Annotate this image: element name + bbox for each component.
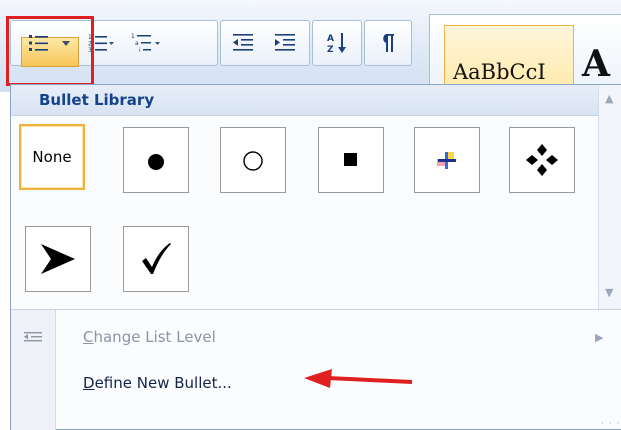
checkmark-bullet-icon <box>142 243 171 274</box>
indent-buttons-group <box>220 20 310 66</box>
sort-button-group: A Z <box>312 20 362 66</box>
svg-text:A: A <box>327 34 334 44</box>
bullet-option-hollow-circle[interactable] <box>220 127 286 193</box>
bullet-library-header: Bullet Library <box>11 85 607 116</box>
change-list-level-item[interactable]: Change List Level ▶ <box>11 319 621 355</box>
change-list-level-label: Change List Level <box>83 328 216 346</box>
bullet-option-filled-square[interactable] <box>318 127 384 193</box>
colored-cross-bullet-icon <box>437 152 456 169</box>
decrease-indent-button[interactable] <box>223 21 263 65</box>
scroll-down-icon[interactable]: ▼ <box>605 287 613 298</box>
hollow-circle-bullet-icon <box>243 151 263 171</box>
multilevel-list-icon: 1 a i <box>131 33 160 54</box>
filled-circle-bullet-icon <box>148 154 164 170</box>
sort-az-icon: A Z <box>327 33 346 55</box>
bullet-option-four-diamond[interactable] <box>509 127 575 193</box>
svg-text:Z: Z <box>327 45 334 55</box>
list-level-icon <box>24 332 42 342</box>
four-diamond-bullet-icon <box>526 144 558 176</box>
bullet-option-checkmark[interactable] <box>123 226 189 292</box>
bullet-option-arrowhead[interactable] <box>25 226 91 292</box>
define-new-bullet-label: Define New Bullet... <box>83 374 232 392</box>
arrowhead-bullet-icon <box>41 244 75 274</box>
bullet-option-none[interactable]: None <box>19 124 85 190</box>
style-preview-text: AaBbCcI <box>453 60 546 84</box>
ribbon-paragraph-group: 1 2 3 1 a i A Z AaBbCcI A <box>0 0 621 94</box>
increase-indent-icon <box>275 34 295 51</box>
show-formatting-button[interactable] <box>369 21 407 65</box>
bullets-highlight-annotation <box>6 16 94 86</box>
bullet-option-colored-cross[interactable] <box>414 127 480 193</box>
svg-text:a: a <box>135 40 139 47</box>
decrease-indent-icon <box>233 34 253 51</box>
svg-text:1: 1 <box>131 33 135 40</box>
red-arrow-annotation <box>304 369 413 388</box>
submenu-arrow-icon: ▶ <box>595 330 604 344</box>
gallery-scrollbar[interactable]: ▲ ▼ <box>598 85 621 309</box>
next-style-preview[interactable]: A <box>582 43 610 85</box>
scroll-up-icon[interactable]: ▲ <box>605 93 613 104</box>
bullet-option-filled-circle[interactable] <box>123 127 189 193</box>
show-formatting-group <box>364 20 412 66</box>
svg-text:i: i <box>139 47 141 54</box>
bullet-library-title: Bullet Library <box>39 91 155 109</box>
menu-separator <box>11 309 621 310</box>
sort-button[interactable]: A Z <box>317 21 357 65</box>
increase-indent-button[interactable] <box>265 21 305 65</box>
resize-grip-icon[interactable]: · · · <box>601 419 620 429</box>
bullet-option-none-label: None <box>32 148 72 166</box>
pilcrow-icon <box>383 34 394 52</box>
quick-styles-gallery: AaBbCcI A <box>429 14 621 94</box>
multilevel-list-button[interactable]: 1 a i <box>123 21 169 65</box>
filled-square-bullet-icon <box>344 153 357 166</box>
